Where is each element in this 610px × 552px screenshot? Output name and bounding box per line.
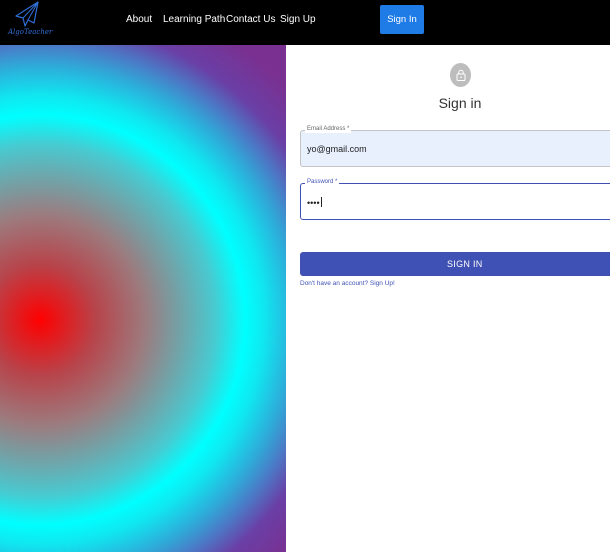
password-field[interactable]: Password * •••• (300, 178, 610, 220)
hero-gradient-image (0, 45, 286, 552)
page-title: Sign in (438, 95, 482, 111)
email-value: yo@gmail.com (307, 144, 367, 154)
lock-avatar (450, 63, 471, 87)
nav-link-contact-us[interactable]: Contact Us (226, 14, 275, 25)
nav-link-sign-up[interactable]: Sign Up (280, 14, 316, 25)
password-value-wrap: •••• (307, 197, 322, 208)
top-navbar: AlgoTeacher About Learning Path Contact … (0, 0, 610, 45)
signin-panel (286, 45, 610, 552)
nav-link-learning-path[interactable]: Learning Path (163, 14, 225, 25)
signin-submit-label: SIGN IN (447, 259, 483, 269)
password-value: •••• (307, 198, 320, 208)
signup-link[interactable]: Don't have an account? Sign Up! (300, 280, 395, 287)
email-label: Email Address * (305, 125, 352, 133)
email-field[interactable]: Email Address * yo@gmail.com (300, 125, 610, 167)
nav-link-about[interactable]: About (126, 14, 152, 25)
paper-plane-icon (15, 1, 39, 27)
text-caret (320, 197, 322, 207)
signin-submit-button[interactable]: SIGN IN (300, 252, 610, 276)
logo-text: AlgoTeacher (8, 28, 53, 36)
nav-signin-button[interactable]: Sign In (380, 5, 424, 34)
password-label: Password * (305, 178, 340, 186)
logo[interactable]: AlgoTeacher (6, 1, 52, 41)
lock-icon (456, 69, 465, 81)
